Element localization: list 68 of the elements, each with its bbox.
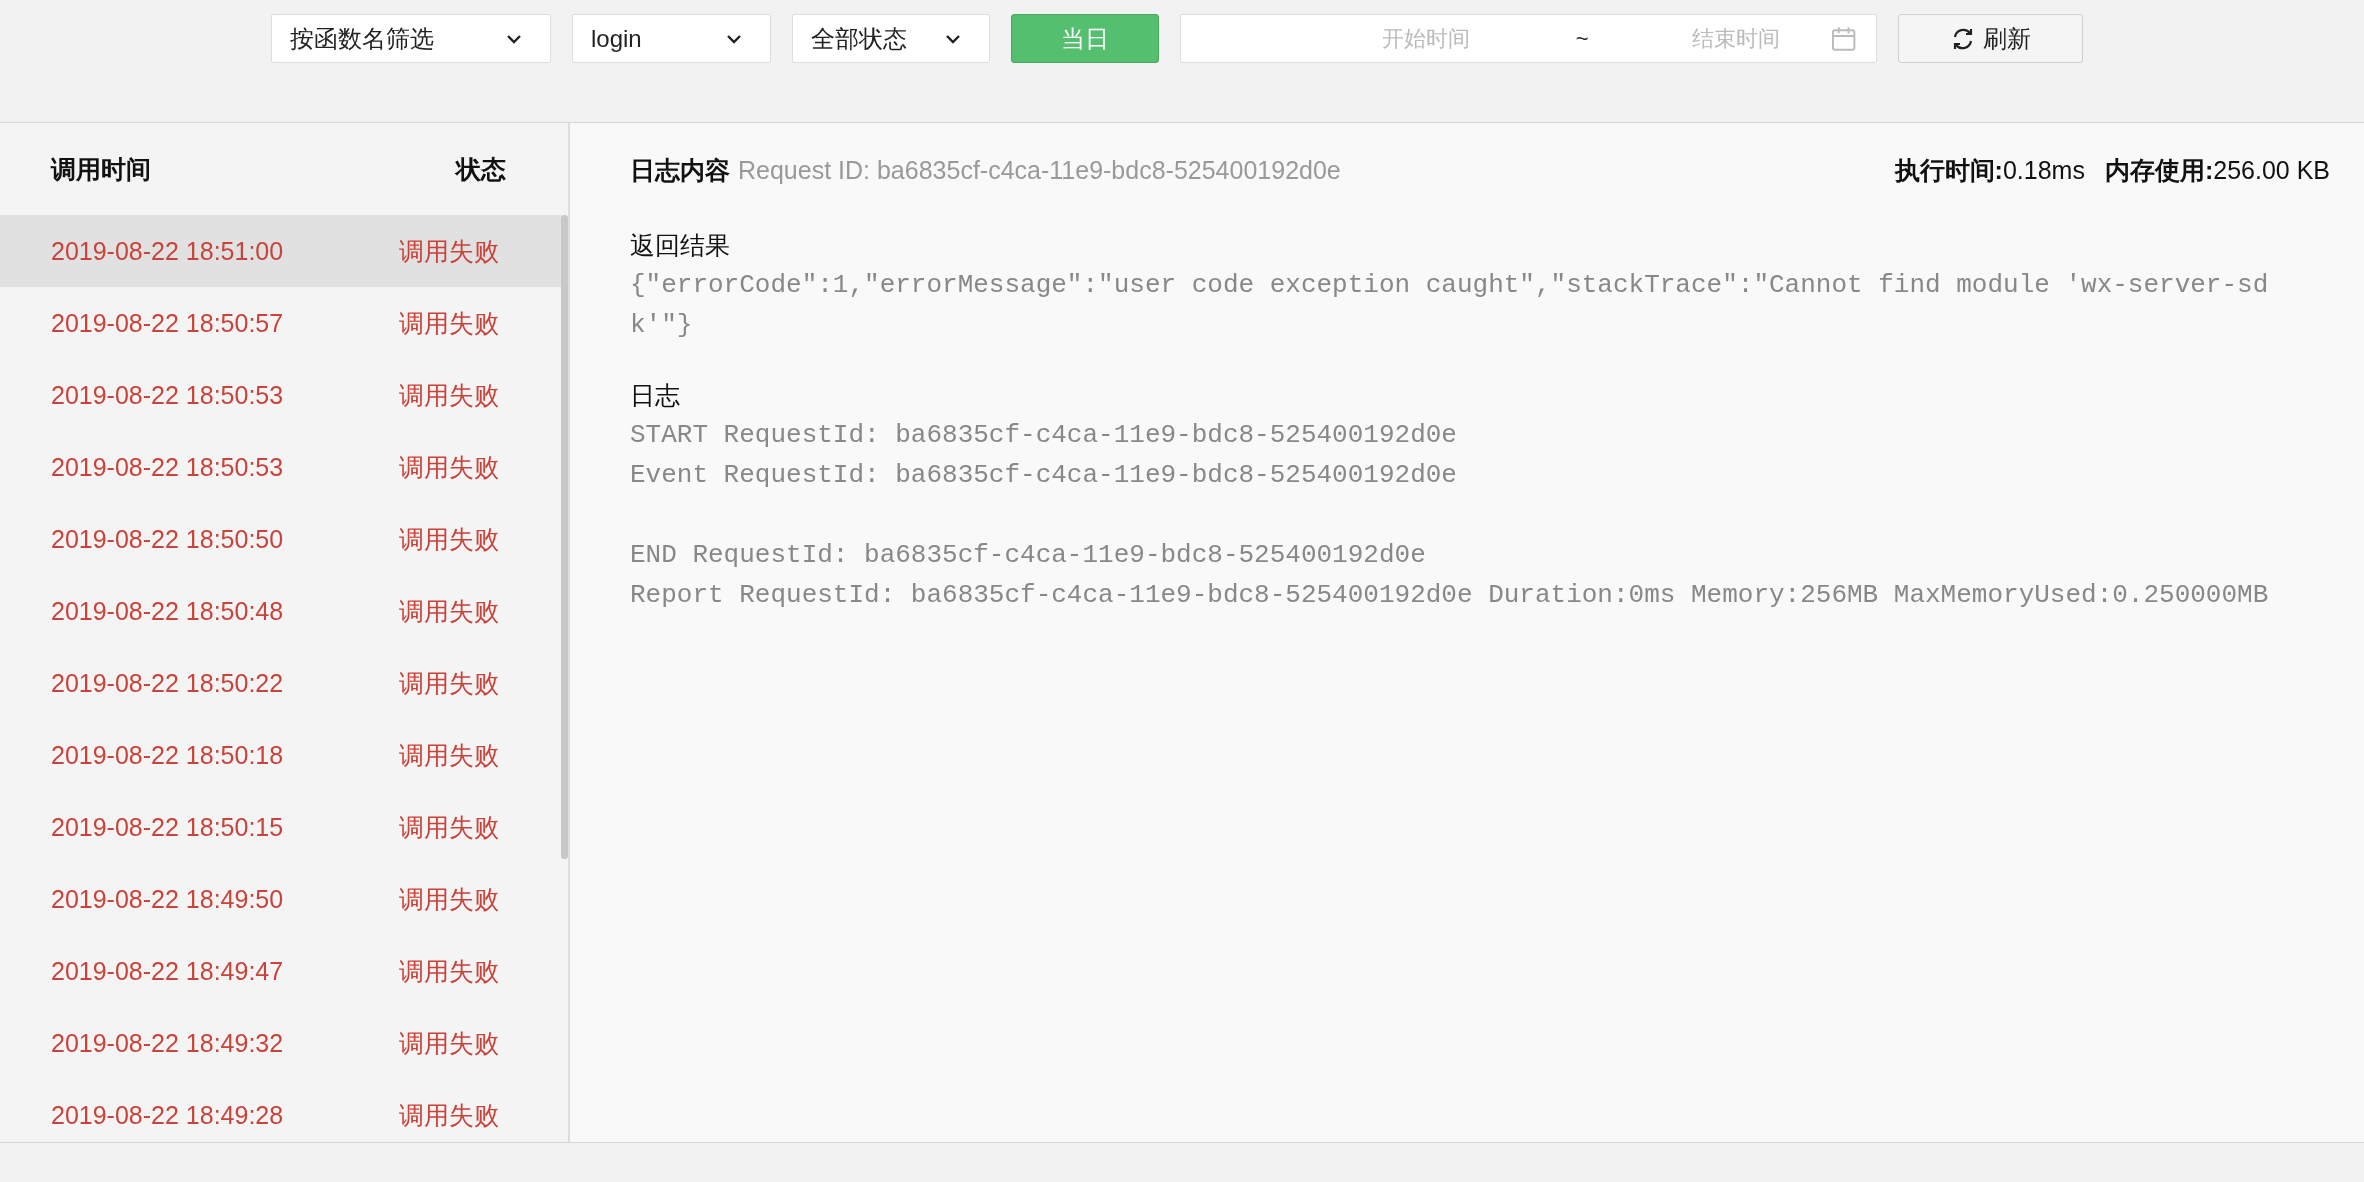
- function-name-dropdown[interactable]: login: [572, 14, 771, 63]
- stat-label: 执行时间:: [1894, 155, 2003, 184]
- section-heading: 日志: [630, 380, 681, 411]
- call-status: 调用失败: [399, 739, 499, 771]
- call-time: 2019-08-22 18:49:50: [51, 884, 284, 914]
- call-status: 调用失败: [399, 307, 499, 339]
- stat-value: 256.00 KB: [2213, 155, 2330, 184]
- request-id: Request ID: ba6835cf-c4ca-11e9-bdc8-525400192d0e: [738, 155, 1341, 184]
- call-status: 调用失败: [399, 451, 499, 483]
- range-separator: ~: [1575, 25, 1586, 52]
- call-status: 调用失败: [399, 667, 499, 699]
- column-header: 状态: [456, 153, 506, 185]
- column-header: 调用时间: [51, 153, 151, 185]
- call-list-item[interactable]: 2019-08-22 18:49:32 调用失败: [0, 1007, 561, 1079]
- call-time: 2019-08-22 18:50:18: [51, 740, 284, 770]
- scrollbar[interactable]: [561, 215, 568, 859]
- function-dropdown[interactable]: 按函数名筛选: [271, 14, 551, 63]
- call-time: 2019-08-22 18:50:50: [51, 524, 284, 554]
- call-time: 2019-08-22 18:51:00: [51, 236, 284, 266]
- call-list-item[interactable]: 2019-08-22 18:50:22 调用失败: [0, 647, 561, 719]
- call-time: 2019-08-22 18:49:28: [51, 1100, 284, 1130]
- end-time-placeholder: 结束时间: [1690, 24, 1781, 53]
- section-heading: 返回结果: [630, 230, 731, 261]
- call-list-item[interactable]: 2019-08-22 18:49:28 调用失败: [0, 1079, 561, 1142]
- call-status: 调用失败: [399, 811, 499, 843]
- call-status: 调用失败: [399, 235, 499, 267]
- call-time: 2019-08-22 18:49:47: [51, 956, 284, 986]
- call-time: 2019-08-22 18:50:48: [51, 596, 284, 626]
- call-list-item[interactable]: 2019-08-22 18:49:50 调用失败: [0, 863, 561, 935]
- call-time: 2019-08-22 18:50:57: [51, 308, 284, 338]
- call-list-item[interactable]: 2019-08-22 18:50:53 调用失败: [0, 359, 561, 431]
- call-time: 2019-08-22 18:50:53: [51, 380, 284, 410]
- call-status: 调用失败: [399, 523, 499, 555]
- call-list-item[interactable]: 2019-08-22 18:50:18 调用失败: [0, 719, 561, 791]
- call-status: 调用失败: [399, 1027, 499, 1059]
- chevron-down-icon: [506, 33, 522, 44]
- call-time: 2019-08-22 18:50:22: [51, 668, 284, 698]
- call-time: 2019-08-22 18:50:53: [51, 452, 284, 482]
- start-time-placeholder: 开始时间: [1380, 24, 1471, 53]
- stat-label: 内存使用:: [2104, 155, 2214, 184]
- call-status: 调用失败: [399, 595, 499, 627]
- result-text: {"errorCode":1,"errorMessage":"user code exception caught","stackTrace":"Cannot find module 'wx-server-sdk'"}: [630, 269, 2270, 342]
- status-dropdown[interactable]: 全部状态: [792, 14, 990, 63]
- call-time: 2019-08-22 18:50:15: [51, 812, 284, 842]
- date-range-field[interactable]: 开始时间 ~ 结束时间: [1180, 14, 1877, 63]
- stat-value: 0.18ms: [2002, 155, 2085, 184]
- today-button[interactable]: 当日: [1011, 14, 1159, 63]
- call-status: 调用失败: [399, 1099, 499, 1131]
- calendar-icon: [1830, 25, 1856, 52]
- call-list-item[interactable]: 2019-08-22 18:50:15 调用失败: [0, 791, 561, 863]
- call-list-item[interactable]: 2019-08-22 18:50:48 调用失败: [0, 575, 561, 647]
- call-list-item[interactable]: 2019-08-22 18:50:50 调用失败: [0, 503, 561, 575]
- log-line: Report RequestId: ba6835cf-c4ca-11e9-bdc8-525400192d0e Duration:0ms Memory:256MB MaxMemoryUsed:0.250000MB: [630, 579, 2270, 612]
- log-title: 日志内容: [630, 155, 730, 184]
- log-line: END RequestId: ba6835cf-c4ca-11e9-bdc8-525400192d0e: [630, 539, 1427, 572]
- log-line: Event RequestId: ba6835cf-c4ca-11e9-bdc8-525400192d0e: [630, 459, 1458, 492]
- chevron-down-icon: [726, 33, 742, 44]
- refresh-button[interactable]: 刷新: [1898, 14, 2083, 63]
- call-time: 2019-08-22 18:49:32: [51, 1028, 284, 1058]
- call-list-item[interactable]: 2019-08-22 18:50:53 调用失败: [0, 431, 561, 503]
- log-line: START RequestId: ba6835cf-c4ca-11e9-bdc8-525400192d0e: [630, 419, 1458, 452]
- call-list-item[interactable]: 2019-08-22 18:50:57 调用失败: [0, 287, 561, 359]
- call-status: 调用失败: [399, 955, 499, 987]
- call-list-item[interactable]: 2019-08-22 18:51:00 调用失败: [0, 215, 561, 287]
- call-status: 调用失败: [399, 379, 499, 411]
- call-status: 调用失败: [399, 883, 499, 915]
- chevron-down-icon: [945, 33, 961, 44]
- call-list-item[interactable]: 2019-08-22 18:49:47 调用失败: [0, 935, 561, 1007]
